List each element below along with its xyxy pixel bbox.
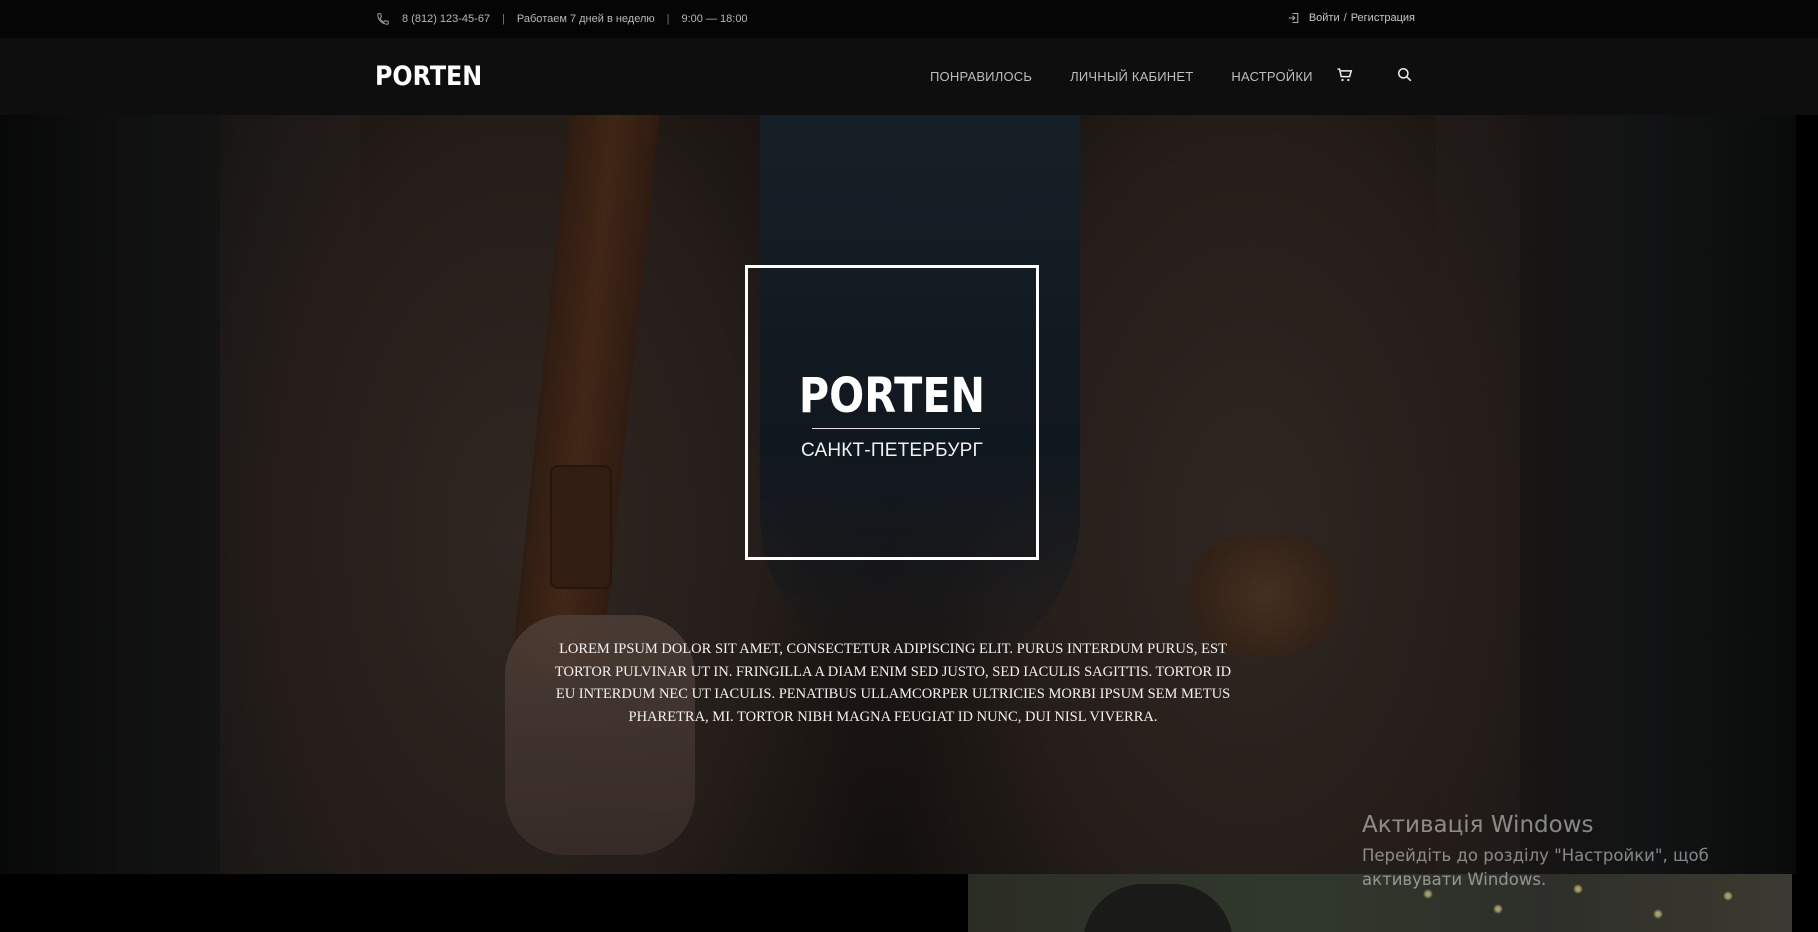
nav-account[interactable]: ЛИЧНЫЙ КАБИНЕТ: [1070, 69, 1193, 84]
hero-brand-box: PORTEN САНКТ-ПЕТЕРБУРГ: [745, 265, 1039, 560]
brand-divider: [812, 428, 980, 429]
hero-banner: PORTEN САНКТ-ПЕТЕРБУРГ LOREM IPSUM DOLOR…: [0, 115, 1796, 874]
right-scrollbar[interactable]: [1796, 115, 1818, 932]
login-icon: [1288, 12, 1299, 24]
watermark-description: Перейдіть до розділу "Настройки", щоб ак…: [1362, 846, 1709, 889]
nav-settings[interactable]: НАСТРОЙКИ: [1231, 69, 1312, 84]
separator: |: [666, 13, 670, 25]
site-logo[interactable]: PORTEN: [375, 61, 482, 92]
watermark-title: Активація Windows: [1362, 812, 1594, 838]
top-info-bar: 8 (812) 123-45-67 | Работаем 7 дней в не…: [0, 0, 1818, 38]
bottom-image-head: [1083, 884, 1233, 932]
slash-separator: /: [1343, 12, 1347, 24]
phone-icon: [377, 13, 389, 25]
nav-favorites[interactable]: ПОНРАВИЛОСЬ: [930, 69, 1032, 84]
hero-brand-logo: PORTEN: [798, 368, 986, 424]
site-header: PORTEN ПОНРАВИЛОСЬ ЛИЧНЫЙ КАБИНЕТ НАСТРО…: [0, 38, 1818, 115]
register-link[interactable]: Регистрация: [1351, 12, 1415, 24]
contact-info: 8 (812) 123-45-67 | Работаем 7 дней в не…: [376, 12, 748, 26]
hero-description: LOREM IPSUM DOLOR SIT AMET, CONSECTETUR …: [554, 641, 1232, 725]
login-link[interactable]: Войти: [1309, 12, 1340, 24]
auth-links: Войти / Регистрация: [1288, 12, 1415, 24]
main-nav: ПОНРАВИЛОСЬ ЛИЧНЫЙ КАБИНЕТ НАСТРОЙКИ: [930, 69, 1313, 84]
cart-icon[interactable]: [1335, 65, 1355, 85]
working-days: Работаем 7 дней в неделю: [516, 13, 655, 25]
separator: |: [502, 13, 505, 25]
search-icon[interactable]: [1395, 65, 1415, 85]
working-hours: 9:00 — 18:00: [681, 13, 748, 25]
hero-city: САНКТ-ПЕТЕРБУРГ: [800, 440, 984, 461]
windows-activation-watermark: Активація Windows Перейдіть до розділу "…: [1362, 812, 1802, 892]
bottom-black-section: [0, 874, 968, 932]
phone-number[interactable]: 8 (812) 123-45-67: [402, 13, 490, 25]
